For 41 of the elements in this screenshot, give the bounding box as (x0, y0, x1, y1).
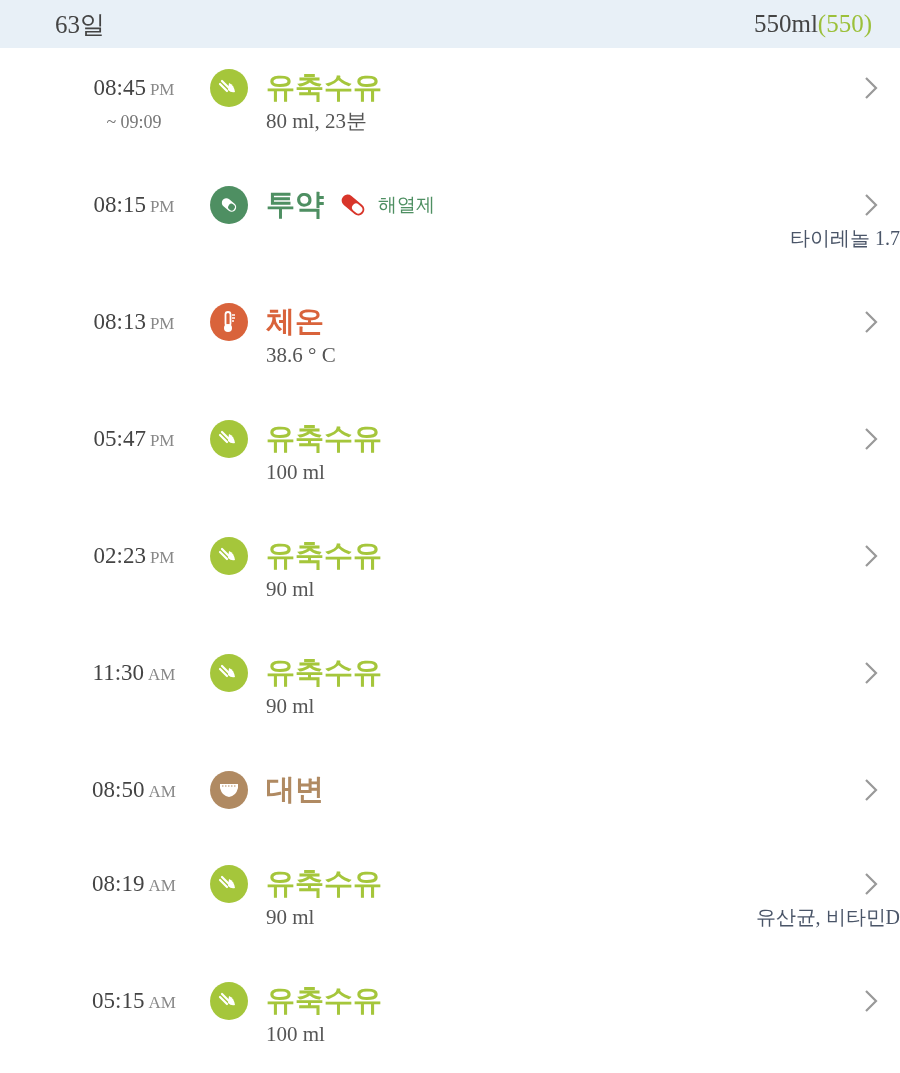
feeding-count: (550) (817, 10, 872, 37)
entry-title: 대변 (266, 771, 324, 808)
chevron-right-icon[interactable] (864, 427, 878, 451)
entry-time: 08:19 AM (92, 871, 176, 896)
entry-title: 체온 (266, 303, 324, 340)
entry-detail: 80 ml, 23분 (266, 108, 367, 135)
entry-time: 08:45 PM (93, 75, 175, 100)
entry-detail: 90 ml (266, 693, 315, 719)
entry-title: 투약 (266, 186, 324, 223)
entry-title: 유축수유 (266, 420, 382, 457)
entry-time: 05:47 PM (93, 426, 175, 451)
end-time: ~ 09:09 (105, 111, 163, 134)
entry-time: 11:30 AM (92, 660, 176, 685)
chevron-right-icon[interactable] (864, 76, 878, 100)
entry-title: 유축수유 (266, 654, 382, 691)
entry-time: 08:13 PM (93, 309, 175, 334)
entry-detail: 90 ml (266, 904, 315, 930)
entry-detail: 100 ml (266, 459, 325, 485)
entry-detail: 90 ml (266, 576, 315, 602)
chevron-right-icon[interactable] (864, 310, 878, 334)
day-label: 63일 (55, 9, 105, 40)
entry-title: 유축수유 (266, 537, 382, 574)
entry-time: 08:15 PM (93, 192, 175, 217)
chevron-right-icon[interactable] (864, 872, 878, 896)
chevron-right-icon[interactable] (864, 193, 878, 217)
entry-note: 타이레놀 1.7 (790, 225, 900, 251)
entry-time: 05:15 AM (92, 988, 176, 1013)
entry-title: 유축수유 (266, 69, 382, 106)
entry-detail: 38.6 ° C (266, 342, 336, 368)
chevron-right-icon[interactable] (864, 661, 878, 685)
chevron-right-icon[interactable] (864, 544, 878, 568)
entry-time: 08:50 AM (92, 777, 176, 802)
chevron-right-icon[interactable] (864, 989, 878, 1013)
entry-title: 유축수유 (266, 982, 382, 1019)
total-volume: 550ml (753, 10, 818, 37)
entry-note: 유산균, 비타민D (755, 904, 900, 930)
entry-detail: 100 ml (266, 1021, 325, 1047)
entry-title: 유축수유 (266, 865, 382, 902)
entry-time: 02:23 PM (93, 543, 175, 568)
medicine-tag: 해열제 (378, 192, 435, 218)
chevron-right-icon[interactable] (864, 778, 878, 802)
